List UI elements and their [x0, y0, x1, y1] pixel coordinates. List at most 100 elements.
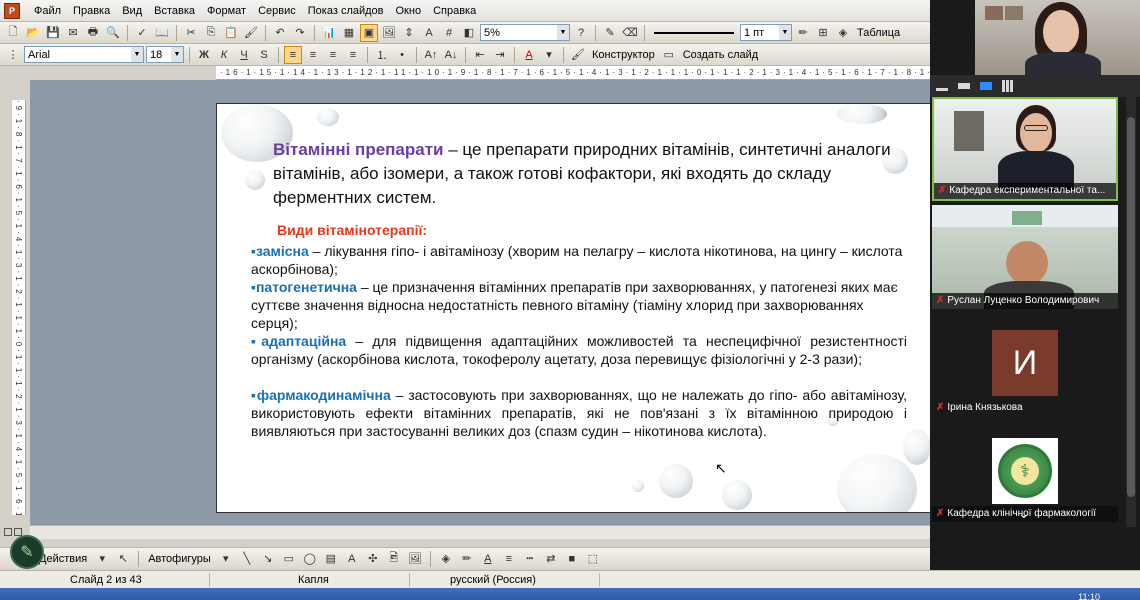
cut-icon[interactable]: ✂: [182, 24, 200, 42]
insert-image-icon[interactable]: 🖼: [406, 550, 424, 568]
zoom-select[interactable]: 5% ▼: [480, 24, 570, 41]
border-style-select[interactable]: [654, 31, 734, 34]
underline-button[interactable]: Ч: [235, 46, 253, 64]
select-objects-icon[interactable]: ↖: [114, 550, 132, 568]
speaker-view-icon[interactable]: [980, 82, 992, 90]
wordart-icon[interactable]: A: [343, 550, 361, 568]
increase-font-icon[interactable]: A↑: [422, 46, 440, 64]
scroll-thumb[interactable]: [1127, 117, 1135, 497]
list-item[interactable]: ▪адаптаційна – для підвищення адаптаційн…: [251, 332, 907, 368]
chevron-down-icon[interactable]: ▼: [557, 25, 569, 40]
justify-icon[interactable]: ≡: [344, 46, 362, 64]
participant-tile[interactable]: ✗ Кафедра експериментальної та...: [932, 97, 1118, 201]
section-title[interactable]: Види вітамінотерапії:: [277, 222, 427, 238]
strip-view-icon[interactable]: [958, 83, 970, 89]
designer-button[interactable]: Конструктор: [589, 49, 658, 61]
chevron-down-icon[interactable]: ▼: [171, 47, 183, 62]
menu-view[interactable]: Вид: [116, 5, 148, 17]
show-formatting-icon[interactable]: A: [420, 24, 438, 42]
expand-all-icon[interactable]: ⇕: [400, 24, 418, 42]
menu-tools[interactable]: Сервис: [252, 5, 302, 17]
decrease-font-icon[interactable]: A↓: [442, 46, 460, 64]
chevron-down-icon[interactable]: ▼: [779, 25, 791, 40]
border-color-icon[interactable]: ✏: [794, 24, 812, 42]
draw-table-icon[interactable]: ✎: [601, 24, 619, 42]
insert-table-icon[interactable]: ▦: [340, 24, 358, 42]
line-style-icon[interactable]: ≡: [500, 550, 518, 568]
menu-file[interactable]: Файл: [28, 5, 67, 17]
sorter-view-icon[interactable]: [14, 528, 22, 536]
menu-window[interactable]: Окно: [390, 5, 428, 17]
paste-icon[interactable]: 📋: [222, 24, 240, 42]
gallery-view-icon[interactable]: [1002, 80, 1014, 92]
increase-indent-icon[interactable]: ⇥: [491, 46, 509, 64]
font-size-select[interactable]: 18 ▼: [146, 46, 184, 63]
participant-tile[interactable]: И ✗ Ірина Князькова: [932, 312, 1118, 416]
menu-format[interactable]: Формат: [201, 5, 252, 17]
insert-chart-icon[interactable]: 📊: [320, 24, 338, 42]
show-grid-icon[interactable]: #: [440, 24, 458, 42]
slide-heading[interactable]: Вітамінні препарати – це препарати приро…: [273, 138, 913, 210]
align-left-icon[interactable]: ≡: [284, 45, 302, 64]
shadow-style-icon[interactable]: ■: [563, 550, 581, 568]
chevron-down-icon[interactable]: ⌄: [1018, 505, 1030, 522]
menu-slideshow[interactable]: Показ слайдов: [302, 5, 390, 17]
annotate-pen-icon[interactable]: ✎: [10, 535, 44, 569]
chevron-down-icon[interactable]: ▾: [217, 550, 235, 568]
tables-borders-icon[interactable]: ▣: [360, 23, 378, 42]
list-item[interactable]: ▪фармакодинамічна – застосовують при зах…: [251, 386, 907, 440]
list-item[interactable]: ▪патогенетична – це призначення вітамінн…: [251, 278, 907, 332]
format-painter-icon[interactable]: 🖌: [242, 24, 260, 42]
table-menu-button[interactable]: Таблица: [854, 27, 903, 39]
chevron-down-icon[interactable]: ▼: [131, 47, 143, 62]
arrow-tool-icon[interactable]: ↘: [259, 550, 277, 568]
chevron-down-icon[interactable]: ▾: [93, 550, 111, 568]
line-color-icon[interactable]: ✏: [458, 550, 476, 568]
borders-icon[interactable]: ⊞: [814, 24, 832, 42]
self-view-video[interactable]: [975, 0, 1140, 75]
arrow-style-icon[interactable]: ⇄: [542, 550, 560, 568]
diagram-icon[interactable]: ✣: [364, 550, 382, 568]
print-preview-icon[interactable]: 🔍: [104, 24, 122, 42]
align-center-icon[interactable]: ≡: [304, 46, 322, 64]
spelling-icon[interactable]: ✓: [133, 24, 151, 42]
shadow-button[interactable]: S: [255, 46, 273, 64]
insert-picture-icon[interactable]: 🖼: [380, 24, 398, 42]
font-color-icon[interactable]: A: [520, 46, 538, 64]
open-folder-icon[interactable]: 📂: [24, 24, 42, 42]
line-tool-icon[interactable]: ╲: [238, 550, 256, 568]
textbox-icon[interactable]: ▤: [322, 550, 340, 568]
align-right-icon[interactable]: ≡: [324, 46, 342, 64]
color-grayscale-icon[interactable]: ◧: [460, 24, 478, 42]
new-slide-button[interactable]: Создать слайд: [680, 49, 761, 61]
normal-view-icon[interactable]: [4, 528, 12, 536]
powerpoint-app-icon[interactable]: P: [4, 2, 20, 19]
font-color-icon[interactable]: A: [479, 550, 497, 568]
fill-color-icon[interactable]: ◈: [437, 550, 455, 568]
italic-button[interactable]: К: [215, 46, 233, 64]
list-item[interactable]: ▪замісна – лікування гіпо- і авітамінозу…: [251, 242, 907, 278]
participant-tile[interactable]: ✗ Руслан Луценко Володимирович: [932, 205, 1118, 309]
permission-icon[interactable]: ✉: [64, 24, 82, 42]
new-document-icon[interactable]: 🗋: [4, 24, 22, 42]
help-icon[interactable]: ?: [572, 24, 590, 42]
print-icon[interactable]: 🖶: [84, 24, 102, 42]
border-weight-select[interactable]: 1 пт ▼: [740, 24, 792, 41]
minimize-icon[interactable]: [936, 87, 948, 91]
fill-color-icon[interactable]: ◈: [834, 24, 852, 42]
dash-style-icon[interactable]: ┅: [521, 550, 539, 568]
horizontal-scrollbar[interactable]: [30, 525, 930, 539]
menu-edit[interactable]: Правка: [67, 5, 116, 17]
actions-menu-button[interactable]: Действия: [36, 553, 90, 565]
autoshapes-menu-button[interactable]: Автофигуры: [145, 553, 214, 565]
bullets-icon[interactable]: •: [393, 46, 411, 64]
decrease-indent-icon[interactable]: ⇤: [471, 46, 489, 64]
menu-help[interactable]: Справка: [427, 5, 482, 17]
chevron-down-icon[interactable]: ▾: [540, 46, 558, 64]
menu-insert[interactable]: Вставка: [148, 5, 201, 17]
undo-icon[interactable]: ↶: [271, 24, 289, 42]
zoom-scrollbar[interactable]: [1126, 97, 1136, 527]
3d-style-icon[interactable]: ⬚: [584, 550, 602, 568]
redo-icon[interactable]: ↷: [291, 24, 309, 42]
numbering-icon[interactable]: ⒈: [373, 46, 391, 64]
